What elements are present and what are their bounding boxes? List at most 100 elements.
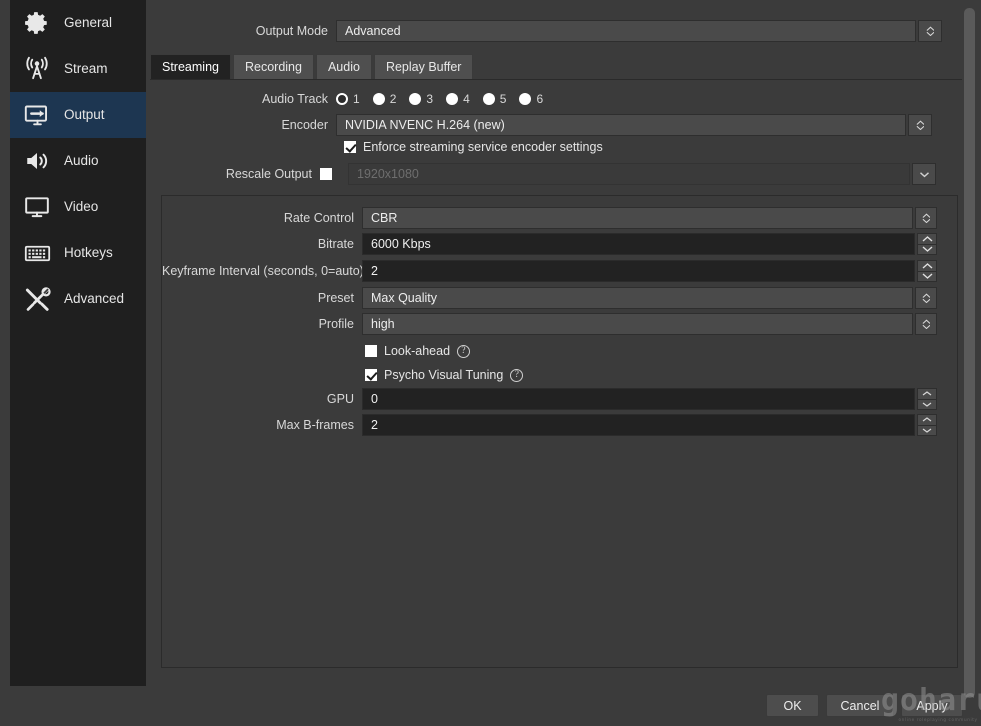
audio-track-radio-4[interactable]: 4: [446, 92, 470, 106]
audio-track-radio-group: 1 2 3 4 5 6: [336, 92, 556, 106]
profile-select[interactable]: high: [362, 313, 913, 335]
rescale-chevron-button[interactable]: [912, 163, 936, 185]
sidebar-item-label: Advanced: [64, 291, 125, 307]
radio-label: 5: [499, 92, 507, 106]
enforce-settings-row[interactable]: Enforce streaming service encoder settin…: [344, 140, 603, 154]
sidebar-item-label: Stream: [64, 61, 108, 77]
spinner-up-icon[interactable]: [917, 233, 937, 244]
cancel-button-label: Cancel: [840, 698, 880, 713]
tab-label: Recording: [244, 60, 302, 74]
profile-row: Profile high: [162, 313, 942, 335]
max-b-frames-value: 2: [371, 418, 378, 432]
enforce-settings-checkbox[interactable]: [344, 141, 356, 153]
rescale-resolution-select[interactable]: 1920x1080: [348, 163, 910, 185]
rescale-output-label: Rescale Output: [225, 167, 312, 181]
spinner-down-icon[interactable]: [917, 270, 937, 282]
speaker-icon: [20, 146, 54, 176]
cancel-button[interactable]: Cancel: [826, 694, 894, 717]
sidebar-item-output[interactable]: Output: [10, 92, 146, 138]
monitor-icon: [20, 192, 54, 222]
sidebar-item-advanced[interactable]: Advanced: [10, 276, 146, 322]
profile-chevrons[interactable]: [915, 313, 937, 335]
sidebar-item-general[interactable]: General: [10, 0, 146, 46]
keyframe-interval-input[interactable]: 2: [362, 260, 915, 282]
audio-track-radio-1[interactable]: 1: [336, 92, 360, 106]
help-icon[interactable]: ?: [510, 368, 524, 382]
keyframe-interval-row: Keyframe Interval (seconds, 0=auto) 2: [162, 260, 942, 282]
sidebar-item-label: Output: [64, 107, 105, 123]
output-mode-select[interactable]: Advanced: [336, 20, 916, 42]
sidebar-item-audio[interactable]: Audio: [10, 138, 146, 184]
rescale-resolution-value: 1920x1080: [357, 167, 419, 181]
keyframe-interval-label: Keyframe Interval (seconds, 0=auto): [162, 264, 364, 278]
help-icon[interactable]: ?: [457, 344, 471, 358]
gpu-value: 0: [371, 392, 378, 406]
audio-track-radio-5[interactable]: 5: [482, 92, 507, 106]
spinner-up-icon[interactable]: [917, 388, 937, 399]
encoder-select[interactable]: NVIDIA NVENC H.264 (new): [336, 114, 906, 136]
scrollbar-thumb[interactable]: [964, 8, 975, 698]
rate-control-chevrons[interactable]: [915, 207, 937, 229]
ok-button[interactable]: OK: [766, 694, 819, 717]
keyframe-interval-spinner[interactable]: [917, 260, 937, 282]
chevron-down-icon: [922, 218, 931, 224]
apply-button[interactable]: Apply: [901, 694, 963, 717]
encoder-chevrons[interactable]: [908, 114, 932, 136]
rescale-output-checkbox[interactable]: [320, 168, 332, 180]
encoder-settings-group: Rate Control CBR Bitrate 6000 Kbps Keyfr…: [161, 195, 958, 668]
spinner-down-icon[interactable]: [917, 398, 937, 410]
tab-audio[interactable]: Audio: [315, 54, 372, 79]
encoder-row: Encoder NVIDIA NVENC H.264 (new): [146, 114, 946, 136]
max-b-frames-row: Max B-frames 2: [162, 414, 942, 436]
preset-select[interactable]: Max Quality: [362, 287, 913, 309]
spinner-up-icon[interactable]: [917, 260, 937, 271]
max-b-frames-spinner[interactable]: [917, 414, 937, 436]
bitrate-spinner[interactable]: [917, 233, 937, 255]
audio-track-radio-6[interactable]: 6: [519, 92, 543, 106]
audio-track-radio-3[interactable]: 3: [409, 92, 433, 106]
encoder-value: NVIDIA NVENC H.264 (new): [345, 118, 505, 132]
preset-value: Max Quality: [371, 291, 437, 305]
sidebar-item-hotkeys[interactable]: Hotkeys: [10, 230, 146, 276]
keyboard-icon: [20, 238, 54, 268]
bitrate-value: 6000 Kbps: [371, 237, 431, 251]
rate-control-value: CBR: [371, 211, 398, 225]
radio-indicator: [372, 93, 385, 105]
psycho-visual-tuning-row[interactable]: Psycho Visual Tuning ?: [162, 364, 942, 386]
psycho-visual-tuning-checkbox[interactable]: [365, 369, 377, 381]
tab-replay-buffer[interactable]: Replay Buffer: [373, 54, 474, 79]
chevron-down-icon: [919, 171, 930, 178]
rate-control-label: Rate Control: [283, 211, 354, 225]
radio-label: 1: [353, 92, 360, 106]
obs-settings-window: General Stream Output Audio Video Hotkey…: [0, 0, 981, 726]
chevron-down-icon: [916, 125, 925, 131]
tab-streaming[interactable]: Streaming: [150, 54, 231, 79]
gpu-row: GPU 0: [162, 388, 942, 410]
broadcast-icon: [20, 54, 54, 84]
spinner-up-icon[interactable]: [917, 414, 937, 425]
bitrate-input[interactable]: 6000 Kbps: [362, 233, 915, 255]
spinner-down-icon[interactable]: [917, 243, 937, 255]
look-ahead-checkbox[interactable]: [365, 345, 377, 357]
look-ahead-row[interactable]: Look-ahead ?: [162, 340, 942, 362]
audio-track-radio-2[interactable]: 2: [372, 92, 396, 106]
gpu-spinner[interactable]: [917, 388, 937, 410]
preset-chevrons[interactable]: [915, 287, 937, 309]
sidebar-item-label: Hotkeys: [64, 245, 113, 261]
radio-indicator: [446, 93, 459, 105]
vertical-scrollbar[interactable]: [963, 0, 976, 726]
tab-recording[interactable]: Recording: [232, 54, 314, 79]
max-b-frames-input[interactable]: 2: [362, 414, 915, 436]
rate-control-select[interactable]: CBR: [362, 207, 913, 229]
audio-track-label: Audio Track: [261, 92, 328, 106]
sidebar-item-video[interactable]: Video: [10, 184, 146, 230]
output-mode-chevrons[interactable]: [918, 20, 942, 42]
sidebar-item-stream[interactable]: Stream: [10, 46, 146, 92]
bitrate-label: Bitrate: [317, 237, 354, 251]
gpu-label: GPU: [326, 392, 354, 406]
gear-icon: [20, 8, 54, 38]
gpu-input[interactable]: 0: [362, 388, 915, 410]
spinner-down-icon[interactable]: [917, 424, 937, 436]
radio-label: 6: [536, 92, 544, 106]
bitrate-row: Bitrate 6000 Kbps: [162, 233, 942, 255]
